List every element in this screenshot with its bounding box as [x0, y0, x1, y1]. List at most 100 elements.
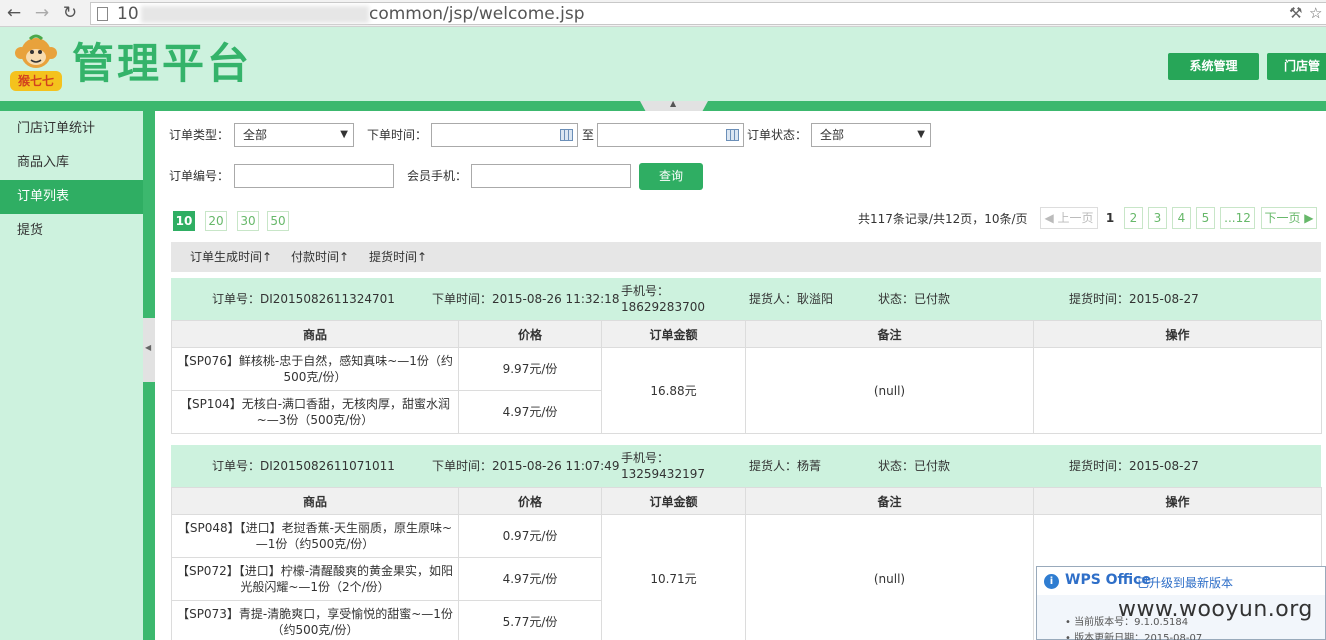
sort-created-time[interactable]: 订单生成时间↑ — [190, 249, 272, 265]
order-no-label: 订单编号： — [169, 169, 230, 183]
order-type-value: 全部 — [243, 128, 268, 142]
page-size-50[interactable]: 50 — [267, 211, 289, 231]
order-status-value: 全部 — [820, 128, 845, 142]
order-status: 状态：已付款 — [878, 459, 951, 473]
next-page-button[interactable]: 下一页 ▶ — [1261, 207, 1317, 229]
picker-name: 提货人：耿溢阳 — [749, 292, 834, 306]
order-remark: (null) — [745, 347, 1034, 434]
back-arrow-icon[interactable]: ← — [4, 3, 24, 23]
order-status-select[interactable]: 全部 ▼ — [811, 123, 931, 147]
goods-price: 9.97元/份 — [458, 347, 602, 391]
col-goods: 商品 — [171, 320, 459, 348]
dropdown-caret-icon: ▼ — [340, 129, 348, 140]
col-remark: 备注 — [745, 487, 1034, 515]
page-icon — [97, 7, 108, 21]
wps-message: 已升级到最新版本 — [1137, 576, 1234, 590]
page-5[interactable]: 5 — [1196, 207, 1215, 229]
next-page-label: 下一页 — [1264, 211, 1301, 225]
pickup-time: 提货时间：2015-08-27 — [1069, 459, 1199, 473]
member-phone-input[interactable] — [471, 164, 631, 188]
col-price: 价格 — [458, 320, 602, 348]
page-3[interactable]: 3 — [1148, 207, 1167, 229]
order-card: 订单号：DI2015082611324701 下单时间：2015-08-26 1… — [171, 278, 1322, 434]
sidebar-item-goods-stock-in[interactable]: 商品入库 — [0, 146, 143, 180]
sidebar-item-store-order-stats[interactable]: 门店订单统计 — [0, 112, 143, 146]
order-amount: 16.88元 — [601, 347, 746, 434]
order-status-label: 订单状态： — [747, 128, 808, 142]
order-type-label: 订单类型： — [169, 128, 230, 142]
forward-arrow-icon[interactable]: → — [32, 3, 52, 23]
watermark: www.wooyun.org — [1118, 597, 1313, 622]
order-no-input[interactable] — [234, 164, 394, 188]
order-actions — [1033, 347, 1322, 434]
order-time: 下单时间：2015-08-26 11:07:49 — [432, 459, 620, 473]
goods-price: 4.97元/份 — [458, 557, 602, 601]
order-time-start-input[interactable] — [431, 123, 578, 147]
col-action: 操作 — [1033, 320, 1322, 348]
caret-left-icon: ◀ — [1044, 211, 1054, 225]
url-prefix: 10 — [117, 4, 139, 24]
goods-name: 【SP072】【进口】柠檬-清醒酸爽的黄金果实，如阳光般闪耀~—1份（2个/份） — [171, 557, 459, 601]
site-header: 猴七七 管理平台 系统管理 门店管 — [0, 27, 1326, 102]
query-button[interactable]: 查询 — [639, 163, 703, 190]
url-path: common/jsp/welcome.jsp — [369, 4, 585, 24]
sort-bar: 订单生成时间↑ 付款时间↑ 提货时间↑ — [171, 242, 1321, 272]
col-amount: 订单金额 — [601, 487, 746, 515]
goods-name: 【SP076】鲜核桃-忠于自然，感知真味~—1份（约500克/份） — [171, 347, 459, 391]
store-manage-button[interactable]: 门店管 — [1267, 53, 1326, 80]
caret-right-icon: ▶ — [1304, 211, 1314, 225]
order-header: 订单号：DI2015082611324701 下单时间：2015-08-26 1… — [171, 278, 1321, 320]
sidebar-item-order-list[interactable]: 订单列表 — [0, 180, 143, 214]
col-action: 操作 — [1033, 487, 1322, 515]
to-label: 至 — [582, 128, 595, 142]
goods-name: 【SP048】【进口】老挝香蕉-天生丽质，原生原味~—1份（约500克/份） — [171, 514, 459, 558]
star-icon[interactable]: ☆ — [1309, 4, 1322, 22]
caret-up-icon[interactable]: ▲ — [670, 99, 676, 108]
logo-text: 猴七七 — [17, 74, 54, 88]
col-remark: 备注 — [745, 320, 1034, 348]
order-time-label: 下单时间： — [367, 128, 428, 142]
wps-date-line: • 版本更新日期：2015-08-07 — [1065, 633, 1203, 640]
order-header: 订单号：DI2015082611071011 下单时间：2015-08-26 1… — [171, 445, 1321, 487]
caret-left-icon[interactable]: ◀ — [145, 343, 151, 352]
order-type-select[interactable]: 全部 ▼ — [234, 123, 354, 147]
url-redacted — [141, 6, 369, 23]
calendar-icon[interactable] — [560, 129, 573, 141]
order-number: 订单号：DI2015082611324701 — [212, 292, 395, 306]
order-amount: 10.71元 — [601, 514, 746, 640]
page-size-10[interactable]: 10 — [173, 211, 195, 231]
goods-name: 【SP104】无核白-满口香甜，无核肉厚，甜蜜水润~—3份（500克/份） — [171, 390, 459, 434]
prev-page-label: 上一页 — [1057, 211, 1094, 225]
page-size-30[interactable]: 30 — [237, 211, 259, 231]
main-content: 订单类型： 全部 ▼ 下单时间： 至 订单状态： 全部 ▼ 订单编号： 会员手机… — [155, 111, 1326, 640]
page-12[interactable]: ...12 — [1220, 207, 1255, 229]
sidebar-item-pickup[interactable]: 提货 — [0, 214, 143, 248]
page-2[interactable]: 2 — [1124, 207, 1143, 229]
order-remark: (null) — [745, 514, 1034, 640]
prev-page-button[interactable]: ◀ 上一页 — [1040, 207, 1098, 229]
info-icon: i — [1044, 574, 1059, 589]
page-4[interactable]: 4 — [1172, 207, 1191, 229]
goods-name: 【SP073】青提-清脆爽口，享受愉悦的甜蜜~—1份（约500克/份） — [171, 600, 459, 640]
order-number: 订单号：DI2015082611071011 — [212, 459, 395, 473]
order-time: 下单时间：2015-08-26 11:32:18 — [432, 292, 620, 306]
member-phone-label: 会员手机： — [407, 169, 468, 183]
page-1[interactable]: 1 — [1100, 207, 1120, 229]
reload-icon[interactable]: ↻ — [60, 3, 80, 23]
calendar-icon[interactable] — [726, 129, 739, 141]
order-time-end-input[interactable] — [597, 123, 744, 147]
address-bar[interactable]: 10 common/jsp/welcome.jsp ⚒ ☆ — [90, 2, 1326, 25]
col-price: 价格 — [458, 487, 602, 515]
wrench-icon[interactable]: ⚒ — [1289, 4, 1302, 22]
order-items-table: 商品 价格 订单金额 备注 操作 【SP076】鲜核桃-忠于自然，感知真味~—1… — [171, 320, 1322, 434]
page-size-20[interactable]: 20 — [205, 211, 227, 231]
goods-price: 0.97元/份 — [458, 514, 602, 558]
system-manage-button[interactable]: 系统管理 — [1168, 53, 1259, 80]
browser-toolbar: ← → ↻ 10 common/jsp/welcome.jsp ⚒ ☆ — [0, 0, 1326, 27]
phone-label: 手机号： — [621, 284, 670, 298]
order-status: 状态：已付款 — [878, 292, 951, 306]
sort-paid-time[interactable]: 付款时间↑ — [291, 249, 349, 265]
picker-name: 提货人：杨菁 — [749, 459, 822, 473]
table-row: 【SP076】鲜核桃-忠于自然，感知真味~—1份（约500克/份） 9.97元/… — [171, 347, 1322, 434]
sort-pickup-time[interactable]: 提货时间↑ — [369, 249, 427, 265]
